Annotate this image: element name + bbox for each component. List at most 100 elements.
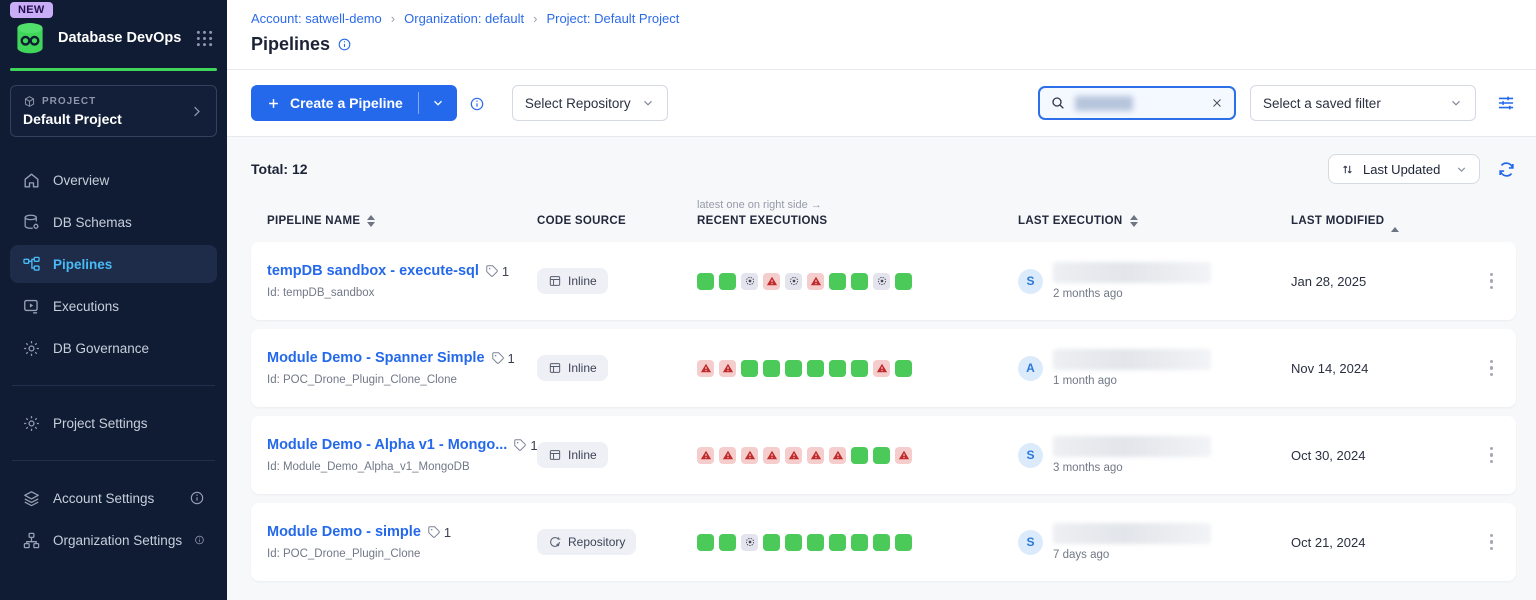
execution-success-cell[interactable] (829, 534, 846, 551)
tag-count-value: 1 (508, 351, 515, 366)
breadcrumb-link[interactable]: Project: Default Project (546, 11, 679, 26)
execution-success-cell[interactable] (763, 360, 780, 377)
tag-count: 1 (513, 438, 537, 453)
execution-success-cell[interactable] (851, 273, 868, 290)
sidebar-item-label: DB Governance (53, 341, 149, 356)
execution-failed-cell[interactable] (763, 447, 780, 464)
row-menu-kebab-icon[interactable] (1483, 355, 1501, 382)
sort-dropdown[interactable]: Last Updated (1328, 154, 1480, 184)
tag-count: 1 (485, 264, 509, 279)
execution-failed-cell[interactable] (763, 273, 780, 290)
tag-icon (513, 438, 527, 452)
table-row: Module Demo - Alpha v1 - Mongo... 1 Id: Mo… (251, 416, 1516, 494)
table-header: PIPELINE NAME CODE SOURCE latest one on … (251, 199, 1516, 227)
breadcrumb-link[interactable]: Organization: default (404, 11, 524, 26)
column-last-modified[interactable]: LAST MODIFIED (1291, 215, 1461, 227)
execution-success-cell[interactable] (851, 534, 868, 551)
column-pipeline-name[interactable]: PIPELINE NAME (267, 215, 537, 227)
execution-success-cell[interactable] (873, 534, 890, 551)
sidebar-item-project-settings[interactable]: Project Settings (10, 404, 217, 442)
code-source-badge: Inline (537, 355, 608, 381)
execution-success-cell[interactable] (895, 273, 912, 290)
execution-success-cell[interactable] (697, 534, 714, 551)
main-area: Account: satwell-demo›Organization: defa… (227, 0, 1536, 600)
select-repository-dropdown[interactable]: Select Repository (512, 85, 668, 121)
info-icon[interactable] (469, 96, 484, 111)
execution-success-cell[interactable] (785, 360, 802, 377)
execution-success-cell[interactable] (719, 534, 736, 551)
execution-failed-cell[interactable] (829, 447, 846, 464)
sidebar-item-pipelines[interactable]: Pipelines (10, 245, 217, 283)
last-modified-date: Jan 28, 2025 (1291, 274, 1461, 289)
pipeline-name-link[interactable]: Module Demo - Alpha v1 - Mongo... (267, 437, 507, 453)
sidebar-item-executions[interactable]: Executions (10, 287, 217, 325)
row-menu-kebab-icon[interactable] (1483, 442, 1501, 469)
breadcrumb-link[interactable]: Account: satwell-demo (251, 11, 382, 26)
execution-success-cell[interactable] (697, 273, 714, 290)
row-menu-kebab-icon[interactable] (1483, 268, 1501, 295)
execution-success-cell[interactable] (851, 447, 868, 464)
create-pipeline-dropdown[interactable] (419, 85, 457, 121)
info-icon[interactable] (189, 490, 205, 506)
redacted-user-name (1053, 523, 1211, 544)
refresh-icon[interactable] (1497, 160, 1516, 179)
execution-failed-cell[interactable] (895, 447, 912, 464)
pipeline-id: Id: Module_Demo_Alpha_v1_MongoDB (267, 461, 537, 473)
execution-success-cell[interactable] (829, 273, 846, 290)
recent-executions-cell (697, 273, 1018, 290)
pipeline-id: Id: tempDB_sandbox (267, 287, 537, 299)
sidebar-item-db-governance[interactable]: DB Governance (10, 329, 217, 367)
execution-success-cell[interactable] (829, 360, 846, 377)
sidebar-item-overview[interactable]: Overview (10, 161, 217, 199)
execution-success-cell[interactable] (741, 360, 758, 377)
pipeline-name-link[interactable]: tempDB sandbox - execute-sql (267, 263, 479, 279)
db-schemas-icon (22, 213, 41, 232)
pipeline-name-link[interactable]: Module Demo - Spanner Simple (267, 350, 485, 366)
sidebar-item-account-settings[interactable]: Account Settings (10, 479, 217, 517)
code-source-label: Repository (568, 535, 625, 549)
execution-failed-cell[interactable] (785, 447, 802, 464)
code-source-label: Inline (568, 274, 597, 288)
execution-failed-cell[interactable] (807, 273, 824, 290)
apps-grid-icon[interactable] (194, 28, 215, 49)
filter-sliders-icon[interactable] (1496, 93, 1516, 113)
recent-executions-cell (697, 534, 1018, 551)
execution-success-cell[interactable] (807, 534, 824, 551)
pipeline-name-link[interactable]: Module Demo - simple (267, 524, 421, 540)
execution-stopped-cell[interactable] (785, 273, 802, 290)
code-source-cell: Inline (537, 355, 697, 381)
execution-success-cell[interactable] (895, 534, 912, 551)
tag-count-value: 1 (444, 525, 451, 540)
info-icon[interactable] (194, 532, 205, 548)
pipeline-name-cell: tempDB sandbox - execute-sql 1 Id: tempDB_… (267, 263, 537, 299)
execution-success-cell[interactable] (719, 273, 736, 290)
account-icon (22, 489, 41, 508)
execution-success-cell[interactable] (763, 534, 780, 551)
saved-filter-dropdown[interactable]: Select a saved filter (1250, 85, 1476, 121)
execution-success-cell[interactable] (873, 447, 890, 464)
execution-stopped-cell[interactable] (873, 273, 890, 290)
column-last-execution[interactable]: LAST EXECUTION (1018, 215, 1291, 227)
info-icon[interactable] (337, 37, 352, 52)
execution-failed-cell[interactable] (741, 447, 758, 464)
execution-failed-cell[interactable] (807, 447, 824, 464)
execution-failed-cell[interactable] (697, 447, 714, 464)
sidebar-item-db-schemas[interactable]: DB Schemas (10, 203, 217, 241)
execution-failed-cell[interactable] (719, 360, 736, 377)
chevron-down-icon (1449, 96, 1463, 110)
execution-failed-cell[interactable] (873, 360, 890, 377)
execution-stopped-cell[interactable] (741, 273, 758, 290)
execution-failed-cell[interactable] (697, 360, 714, 377)
row-menu-kebab-icon[interactable] (1483, 529, 1501, 556)
execution-success-cell[interactable] (895, 360, 912, 377)
execution-failed-cell[interactable] (719, 447, 736, 464)
search-input[interactable] (1038, 86, 1236, 120)
execution-success-cell[interactable] (851, 360, 868, 377)
execution-stopped-cell[interactable] (741, 534, 758, 551)
execution-success-cell[interactable] (807, 360, 824, 377)
clear-search-icon[interactable] (1210, 96, 1224, 110)
execution-success-cell[interactable] (785, 534, 802, 551)
sidebar-item-organization-settings[interactable]: Organization Settings (10, 521, 217, 559)
project-switcher[interactable]: PROJECT Default Project (10, 85, 217, 137)
create-pipeline-button[interactable]: Create a Pipeline (251, 85, 457, 121)
